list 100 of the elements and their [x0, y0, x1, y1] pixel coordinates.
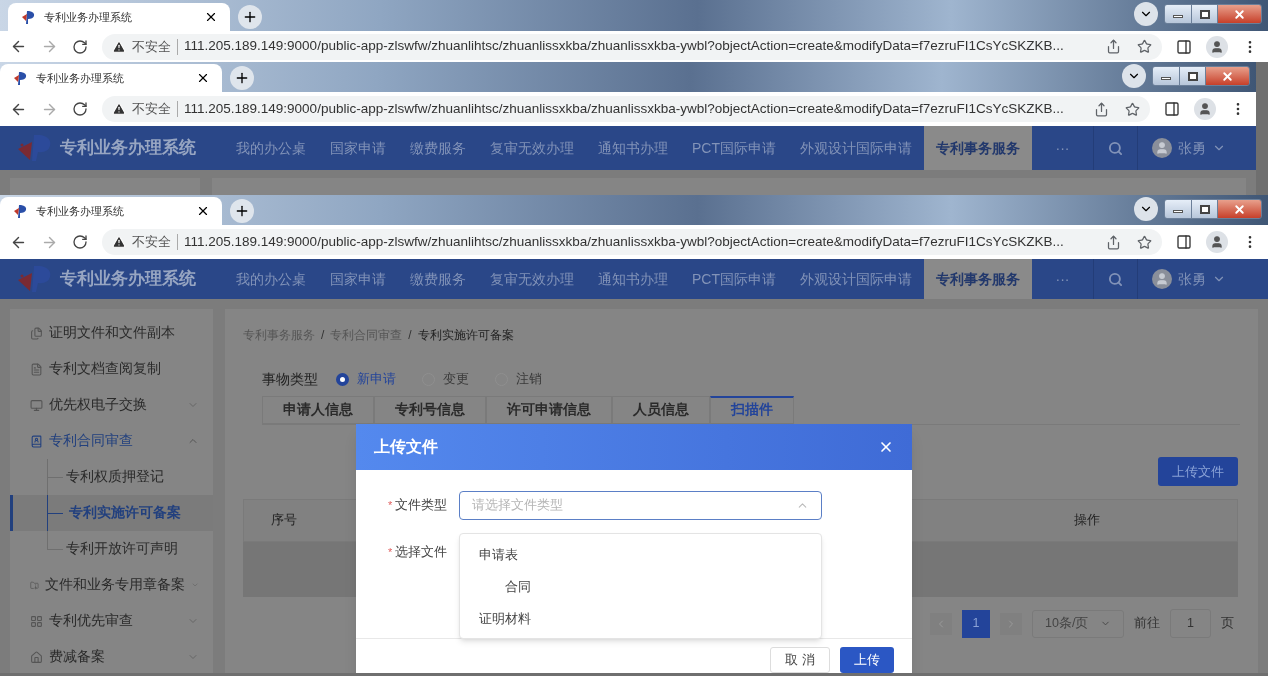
share-icon[interactable] [1106, 39, 1121, 54]
sidebar-item[interactable]: 文件和业务专用章备案 [10, 567, 213, 603]
reload-icon[interactable] [72, 101, 88, 117]
profile-avatar[interactable] [1206, 35, 1228, 58]
nav-item[interactable]: 通知书办理 [586, 126, 680, 170]
close-tab-icon[interactable] [196, 204, 210, 218]
warning-icon [112, 235, 126, 249]
sidebar-subitem[interactable]: 专利开放许可声明 [10, 531, 213, 567]
url-text: 111.205.189.149:9000/public-app-zlswfw/zhuanlihtsc/zhuanlissxkba/zhuanlissxkba-ywbl?objectAction=create&modifyData=f7ezruFI1CsYcSKZKB... [184, 37, 1065, 56]
tab[interactable]: 申请人信息 [262, 396, 374, 424]
nav-item[interactable]: 外观设计国际申请 [788, 259, 924, 299]
required-mark: * [388, 544, 393, 560]
maximize-button[interactable] [1191, 5, 1217, 23]
goto-page-field[interactable]: 1 [1170, 609, 1211, 638]
sidebar-item[interactable]: 证明文件和文件副本 [10, 315, 213, 351]
maximize-button[interactable] [1179, 67, 1205, 85]
tab[interactable]: 人员信息 [612, 396, 710, 424]
breadcrumb-separator: / [321, 327, 325, 344]
page-size-select[interactable]: 10条/页 [1032, 609, 1124, 638]
user-menu[interactable]: 张勇 [1138, 259, 1268, 299]
nav-item[interactable]: PCT国际申请 [680, 126, 788, 170]
minimize-button[interactable] [1153, 67, 1179, 85]
person-icon [1198, 102, 1212, 116]
home-icon [30, 650, 43, 664]
address-bar[interactable]: 不安全 111.205.189.149:9000/public-app-zlswfw/zhuanlihtsc/zhuanlissxkba/zhuanlissxkba-ywbl?objectAction=create&modifyData=f7ezruFI1CsYcSKZKB... [102, 33, 1162, 60]
address-bar[interactable]: 不安全 111.205.189.149:9000/public-app-zlswfw/zhuanlihtsc/zhuanlissxkba/zhuanlissxkba-ywbl?objectAction=create&modifyData=f7ezruFI1CsYcSKZKB... [102, 96, 1150, 122]
close-window-button[interactable] [1217, 200, 1261, 218]
tab-menu-button[interactable] [1134, 197, 1158, 221]
nav-item[interactable]: PCT国际申请 [680, 259, 788, 299]
side-panel-icon[interactable] [1176, 234, 1192, 250]
nav-item[interactable]: 缴费服务 [398, 259, 478, 299]
nav-item[interactable]: 专利事务服务 [924, 126, 1032, 170]
address-bar[interactable]: 不安全 111.205.189.149:9000/public-app-zlswfw/zhuanlihtsc/zhuanlissxkba/zhuanlissxkba-ywbl?objectAction=create&modifyData=f7ezruFI1CsYcSKZKB... [102, 229, 1162, 255]
dropdown-option[interactable]: 申请表 [460, 539, 822, 572]
sidebar-item[interactable]: 专利优先审查 [10, 603, 213, 639]
page-button[interactable]: 1 [962, 609, 990, 638]
bookmark-star-icon[interactable] [1137, 39, 1152, 54]
person-icon [1210, 235, 1224, 249]
close-icon[interactable] [878, 439, 894, 455]
breadcrumb-item: 专利实施许可备案 [417, 327, 514, 344]
radio-option[interactable]: 注销 [495, 369, 542, 389]
reload-icon[interactable] [72, 234, 88, 250]
tab[interactable]: 专利号信息 [374, 396, 486, 424]
profile-avatar[interactable] [1194, 98, 1216, 120]
side-panel-icon[interactable] [1176, 38, 1192, 55]
nav-item[interactable]: 我的办公桌 [224, 259, 318, 299]
tab-title: 专利业务办理系统 [44, 9, 133, 25]
close-window-button[interactable] [1217, 5, 1261, 23]
close-tab-icon[interactable] [204, 10, 218, 24]
profile-avatar[interactable] [1206, 231, 1228, 253]
tab-menu-button[interactable] [1134, 2, 1158, 26]
upload-file-button[interactable]: 上传文件 [1158, 457, 1238, 486]
user-menu[interactable]: 张勇 [1138, 126, 1256, 170]
dropdown-option[interactable]: 合同 [460, 571, 822, 604]
share-icon[interactable] [1106, 234, 1121, 250]
close-tab-icon[interactable] [196, 71, 210, 85]
radio-option[interactable]: 变更 [422, 369, 469, 389]
sidebar-item[interactable]: 专利文档查阅复制 [10, 351, 213, 387]
new-tab-button[interactable] [230, 199, 254, 223]
browser-tab[interactable]: 专利业务办理系统 [8, 3, 230, 31]
nav-item[interactable]: 复审无效办理 [478, 259, 586, 299]
new-tab-button[interactable] [230, 66, 254, 90]
bookmark-star-icon[interactable] [1137, 234, 1152, 250]
sidebar-subitem[interactable]: 专利实施许可备案 [10, 495, 213, 531]
bookmark-star-icon[interactable] [1125, 101, 1140, 117]
minimize-button[interactable] [1165, 200, 1191, 218]
plus-icon [234, 70, 250, 86]
nav-item[interactable]: 缴费服务 [398, 126, 478, 170]
back-icon[interactable] [10, 38, 27, 55]
maximize-icon [1187, 71, 1198, 81]
share-icon[interactable] [1094, 101, 1109, 117]
nav-item[interactable]: 我的办公桌 [224, 126, 318, 170]
nav-item[interactable]: 复审无效办理 [478, 126, 586, 170]
nav-item[interactable]: 外观设计国际申请 [788, 126, 924, 170]
nav-item[interactable]: 通知书办理 [586, 259, 680, 299]
cancel-button[interactable]: 取 消 [770, 647, 830, 673]
close-window-button[interactable] [1205, 67, 1249, 85]
radio-option[interactable]: 新申请 [336, 369, 396, 389]
tab[interactable]: 许可申请信息 [486, 396, 612, 424]
nav-item[interactable]: 国家申请 [318, 126, 398, 170]
reload-icon[interactable] [72, 38, 88, 55]
nav-item[interactable]: 专利事务服务 [924, 259, 1032, 299]
upload-button[interactable]: 上传 [840, 647, 894, 673]
sidebar-subitem[interactable]: 专利权质押登记 [10, 459, 213, 495]
sidebar-item[interactable]: 专利合同审查 [10, 423, 213, 459]
sidebar-item[interactable]: 优先权电子交换 [10, 387, 213, 423]
file-type-select[interactable]: 请选择文件类型 [459, 490, 823, 520]
warning-icon [112, 102, 126, 116]
minimize-button[interactable] [1165, 5, 1191, 23]
sidebar-item[interactable]: 费减备案 [10, 639, 213, 673]
field-label: 选择文件 [395, 543, 449, 561]
tab-menu-button[interactable] [1122, 64, 1146, 88]
dropdown-option[interactable]: 证明材料 [460, 603, 822, 636]
maximize-button[interactable] [1191, 200, 1217, 218]
browser-tab[interactable]: 专利业务办理系统 [0, 64, 222, 92]
nav-item[interactable]: 国家申请 [318, 259, 398, 299]
new-tab-button[interactable] [238, 5, 262, 29]
browser-tab[interactable]: 专利业务办理系统 [0, 197, 222, 225]
tab-title: 专利业务办理系统 [36, 203, 125, 219]
side-panel-icon[interactable] [1164, 101, 1180, 117]
